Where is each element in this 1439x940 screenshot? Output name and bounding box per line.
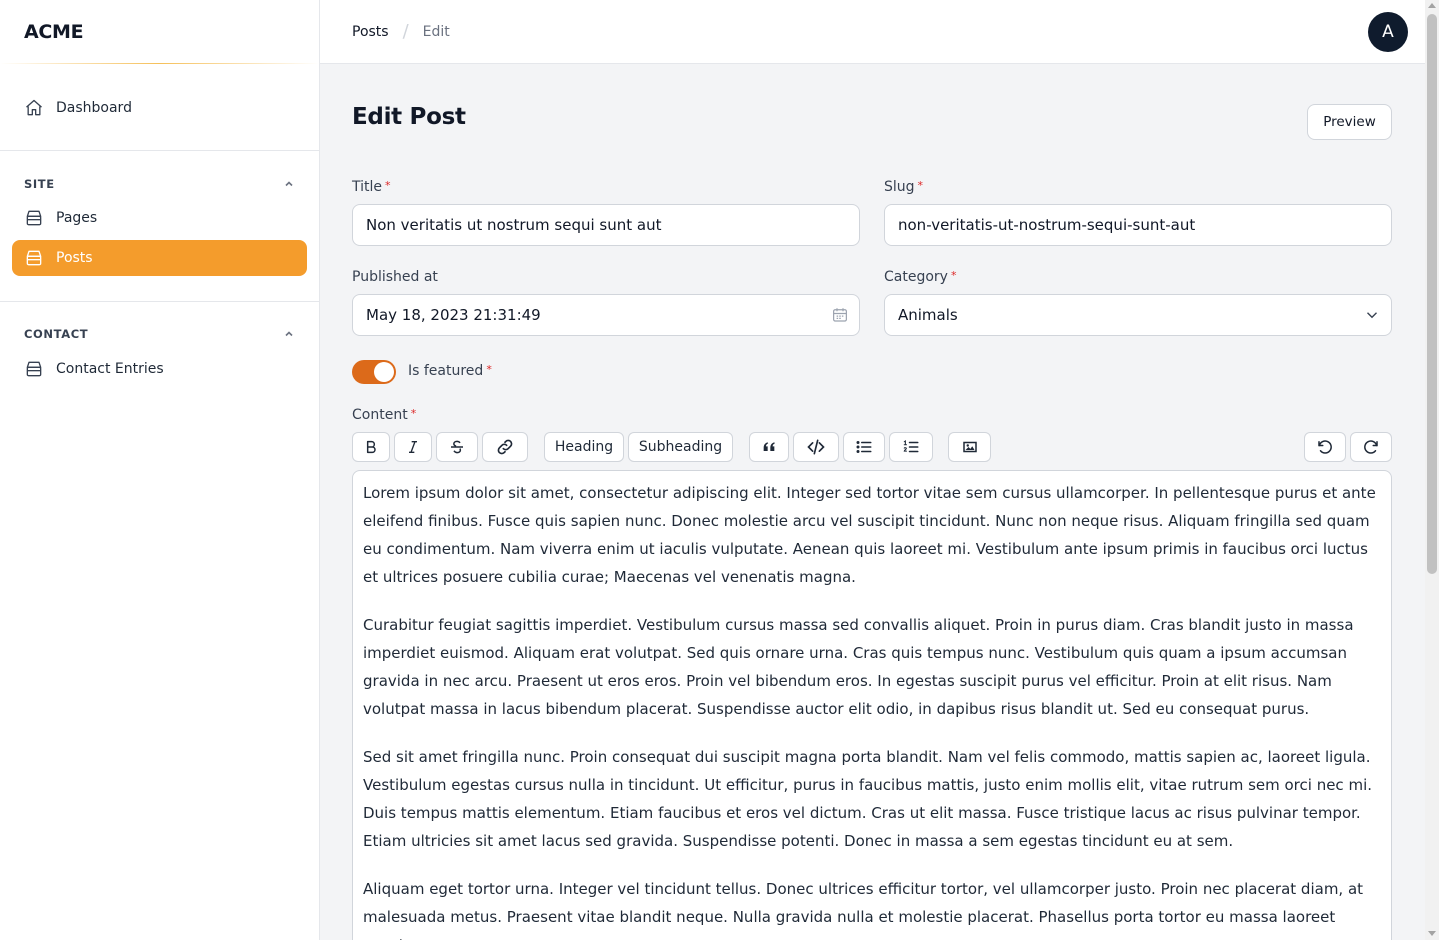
is-featured-label: Is featured * — [408, 363, 492, 379]
subheading-button[interactable]: Subheading — [628, 432, 733, 462]
bullet-list-button[interactable] — [843, 432, 885, 462]
ordered-list-icon — [903, 440, 919, 453]
required-marker: * — [385, 179, 391, 192]
blockquote-button[interactable] — [749, 432, 789, 462]
required-marker: * — [917, 179, 924, 192]
redo-button[interactable] — [1350, 432, 1392, 462]
sidebar-item-label: Dashboard — [56, 100, 132, 116]
main-content: Edit Post Preview Title * Non veritatis u… — [320, 64, 1425, 940]
undo-icon — [1318, 440, 1332, 454]
chevron-up-icon — [285, 331, 293, 337]
heading-button[interactable]: Heading — [544, 432, 624, 462]
ordered-list-button[interactable] — [889, 432, 933, 462]
bullet-list-icon — [856, 441, 872, 453]
page-scrollbar[interactable] — [1425, 0, 1439, 940]
content-paragraph: Aliquam eget tortor urna. Integer vel ti… — [363, 880, 1364, 940]
sidebar-item-label: Posts — [56, 250, 93, 266]
page-title: Edit Post — [352, 104, 466, 130]
sidebar-item-contact-entries[interactable]: Contact Entries — [12, 351, 307, 387]
content-paragraph: Sed sit amet fringilla nunc. Proin conse… — [363, 748, 1372, 850]
calendar-icon[interactable] — [831, 306, 849, 324]
breadcrumb-separator: / — [402, 21, 409, 42]
group-label: SITE — [24, 177, 55, 191]
italic-icon — [409, 441, 417, 453]
title-input[interactable]: Non veritatis ut nostrum sequi sunt aut — [352, 204, 860, 246]
archive-icon — [24, 359, 44, 379]
preview-button[interactable]: Preview — [1307, 104, 1392, 140]
sidebar-item-label: Pages — [56, 210, 98, 226]
required-marker: * — [410, 407, 417, 420]
archive-icon — [24, 248, 44, 268]
undo-button[interactable] — [1304, 432, 1346, 462]
content-paragraph: Lorem ipsum dolor sit amet, consectetur … — [363, 484, 1376, 586]
required-marker: * — [486, 363, 492, 376]
label-text: Category — [884, 269, 948, 285]
content-label: Content * — [352, 407, 416, 423]
sidebar-group-site[interactable]: SITE — [0, 174, 319, 194]
strike-button[interactable] — [436, 432, 478, 462]
scrollbar-thumb[interactable] — [1427, 14, 1437, 574]
avatar[interactable]: A — [1368, 12, 1408, 52]
slug-label: Slug * — [884, 179, 923, 195]
scroll-down-arrow[interactable] — [1428, 931, 1436, 936]
category-label: Category * — [884, 269, 956, 285]
topbar: Posts / Edit A — [320, 0, 1425, 64]
breadcrumb-edit: Edit — [422, 23, 450, 40]
brand-bar: ACME — [0, 0, 319, 64]
category-select[interactable]: Animals — [884, 294, 1392, 336]
image-icon — [962, 441, 977, 453]
brand-logo[interactable]: ACME — [24, 21, 84, 43]
label-text: Is featured — [408, 363, 484, 379]
published-at-field[interactable]: May 18, 2023 21:31:49 — [352, 294, 860, 336]
slug-input[interactable]: non-veritatis-ut-nostrum-sequi-sunt-aut — [884, 204, 1392, 246]
label-text: Content — [352, 407, 408, 423]
sidebar: ACME Dashboard SITE Pages Posts CONTACT — [0, 0, 320, 940]
italic-button[interactable] — [394, 432, 432, 462]
code-icon — [807, 439, 825, 455]
category-value: Animals — [898, 306, 958, 324]
chevron-down-icon — [1367, 312, 1377, 319]
sidebar-item-pages[interactable]: Pages — [12, 200, 307, 236]
home-icon — [24, 98, 44, 118]
group-label: CONTACT — [24, 327, 89, 341]
bold-icon — [366, 440, 376, 454]
label-text: Title — [352, 179, 383, 195]
bold-button[interactable] — [352, 432, 390, 462]
content-editor[interactable]: Lorem ipsum dolor sit amet, consectetur … — [352, 470, 1392, 940]
quote-icon — [763, 442, 775, 451]
link-icon — [497, 439, 513, 455]
redo-icon — [1364, 440, 1378, 454]
scroll-up-arrow[interactable] — [1428, 3, 1436, 8]
sidebar-item-posts[interactable]: Posts — [12, 240, 307, 276]
link-button[interactable] — [482, 432, 528, 462]
strikethrough-icon — [451, 440, 463, 454]
is-featured-toggle[interactable] — [352, 360, 396, 384]
breadcrumb-posts[interactable]: Posts — [352, 24, 389, 40]
label-text: Slug — [884, 179, 915, 195]
code-block-button[interactable] — [793, 432, 839, 462]
insert-image-button[interactable] — [948, 432, 991, 462]
sidebar-group-contact[interactable]: CONTACT — [0, 324, 319, 344]
archive-icon — [24, 208, 44, 228]
title-label: Title * — [352, 179, 391, 195]
content-paragraph: Curabitur feugiat sagittis imperdiet. Ve… — [363, 616, 1354, 718]
chevron-up-icon — [285, 181, 293, 187]
published-at-label: Published at — [352, 269, 438, 285]
required-marker: * — [950, 269, 957, 282]
published-at-value: May 18, 2023 21:31:49 — [366, 306, 541, 324]
toggle-knob — [374, 362, 394, 382]
sidebar-item-label: Contact Entries — [56, 361, 164, 377]
sidebar-item-dashboard[interactable]: Dashboard — [12, 90, 307, 126]
breadcrumb: Posts / Edit — [352, 21, 450, 42]
